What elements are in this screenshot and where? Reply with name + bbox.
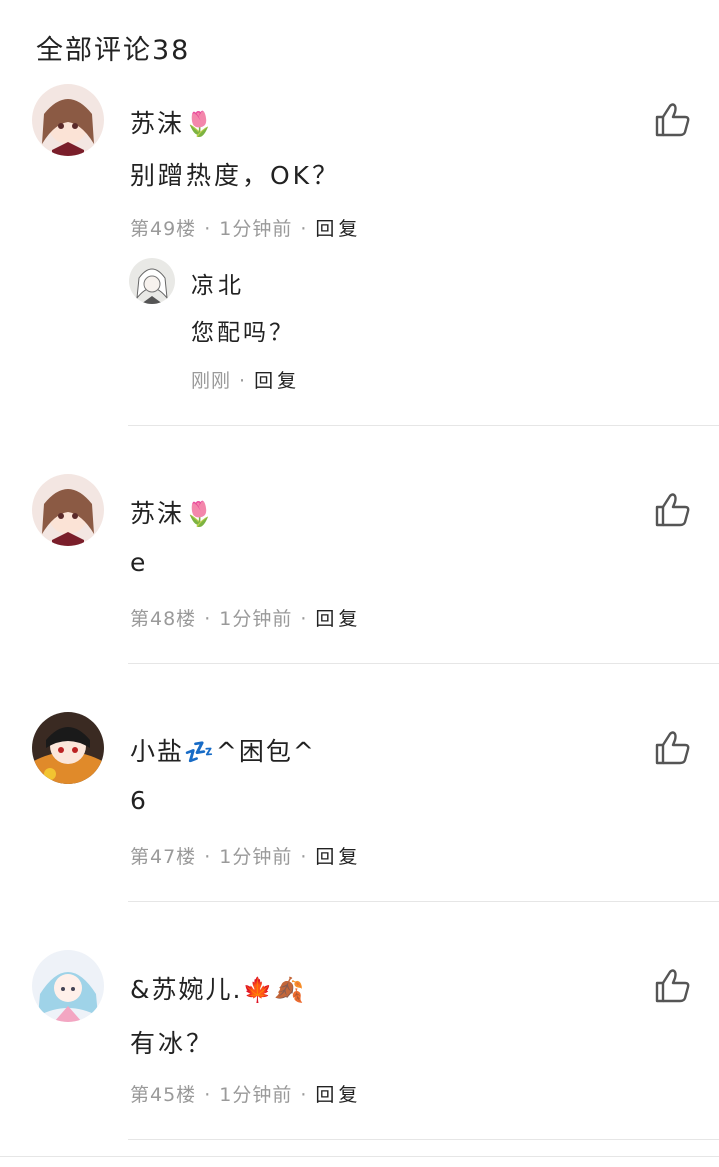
reply-button[interactable]: 回复	[315, 1084, 361, 1106]
comment-text: e	[130, 548, 149, 577]
like-icon[interactable]	[652, 490, 692, 530]
tulip-emoji: 🌷	[184, 110, 216, 138]
comment-time: 1分钟前	[219, 608, 293, 630]
comment-text: 6	[130, 786, 149, 815]
divider	[128, 1139, 719, 1140]
comment-time: 1分钟前	[219, 846, 293, 868]
comment-text: 别蹭热度，OK？	[130, 161, 341, 190]
bottom-divider	[0, 1156, 719, 1157]
comment-meta: 第47楼 · 1分钟前 · 回复	[130, 846, 362, 868]
like-icon[interactable]	[652, 100, 692, 140]
reply-button[interactable]: 回复	[315, 218, 361, 240]
like-icon[interactable]	[652, 966, 692, 1006]
comment-meta: 第49楼 · 1分钟前 · 回复	[130, 218, 362, 240]
floor-number: 第48楼	[130, 608, 197, 630]
avatar[interactable]	[32, 84, 104, 156]
floor-number: 第45楼	[130, 1084, 197, 1106]
leaf-emoji: 🍁🍂	[242, 976, 307, 1004]
sub-reply-button[interactable]: 回复	[254, 370, 300, 392]
avatar[interactable]	[32, 712, 104, 784]
avatar[interactable]	[32, 950, 104, 1022]
comment-time: 1分钟前	[219, 218, 293, 240]
sub-reply-username[interactable]: 凉北	[191, 266, 245, 300]
divider	[128, 425, 719, 426]
comment-username[interactable]: &苏婉儿.🍁🍂	[130, 970, 306, 1006]
floor-number: 第49楼	[130, 218, 197, 240]
comment-username[interactable]: 小盐💤^困包^	[130, 732, 316, 768]
sub-reply-meta: 刚刚 · 回复	[191, 370, 301, 392]
comment-meta: 第48楼 · 1分钟前 · 回复	[130, 608, 362, 630]
floor-number: 第47楼	[130, 846, 197, 868]
comment-time: 1分钟前	[219, 1084, 293, 1106]
reply-button[interactable]: 回复	[315, 608, 361, 630]
sub-reply-avatar[interactable]	[129, 258, 175, 304]
comments-header-title: 全部评论38	[36, 35, 191, 66]
zzz-emoji: 💤	[184, 738, 216, 766]
tulip-emoji: 🌷	[184, 500, 216, 528]
comment-username[interactable]: 苏沫🌷	[130, 104, 216, 140]
like-icon[interactable]	[652, 728, 692, 768]
reply-button[interactable]: 回复	[315, 846, 361, 868]
avatar[interactable]	[32, 474, 104, 546]
divider	[128, 663, 719, 664]
sub-reply-time: 刚刚	[191, 370, 232, 392]
comment-text: 有冰？	[130, 1029, 215, 1058]
sub-reply-text: 您配吗？	[191, 320, 295, 346]
comment-meta: 第45楼 · 1分钟前 · 回复	[130, 1084, 362, 1106]
divider	[128, 901, 719, 902]
comment-username[interactable]: 苏沫🌷	[130, 494, 216, 530]
